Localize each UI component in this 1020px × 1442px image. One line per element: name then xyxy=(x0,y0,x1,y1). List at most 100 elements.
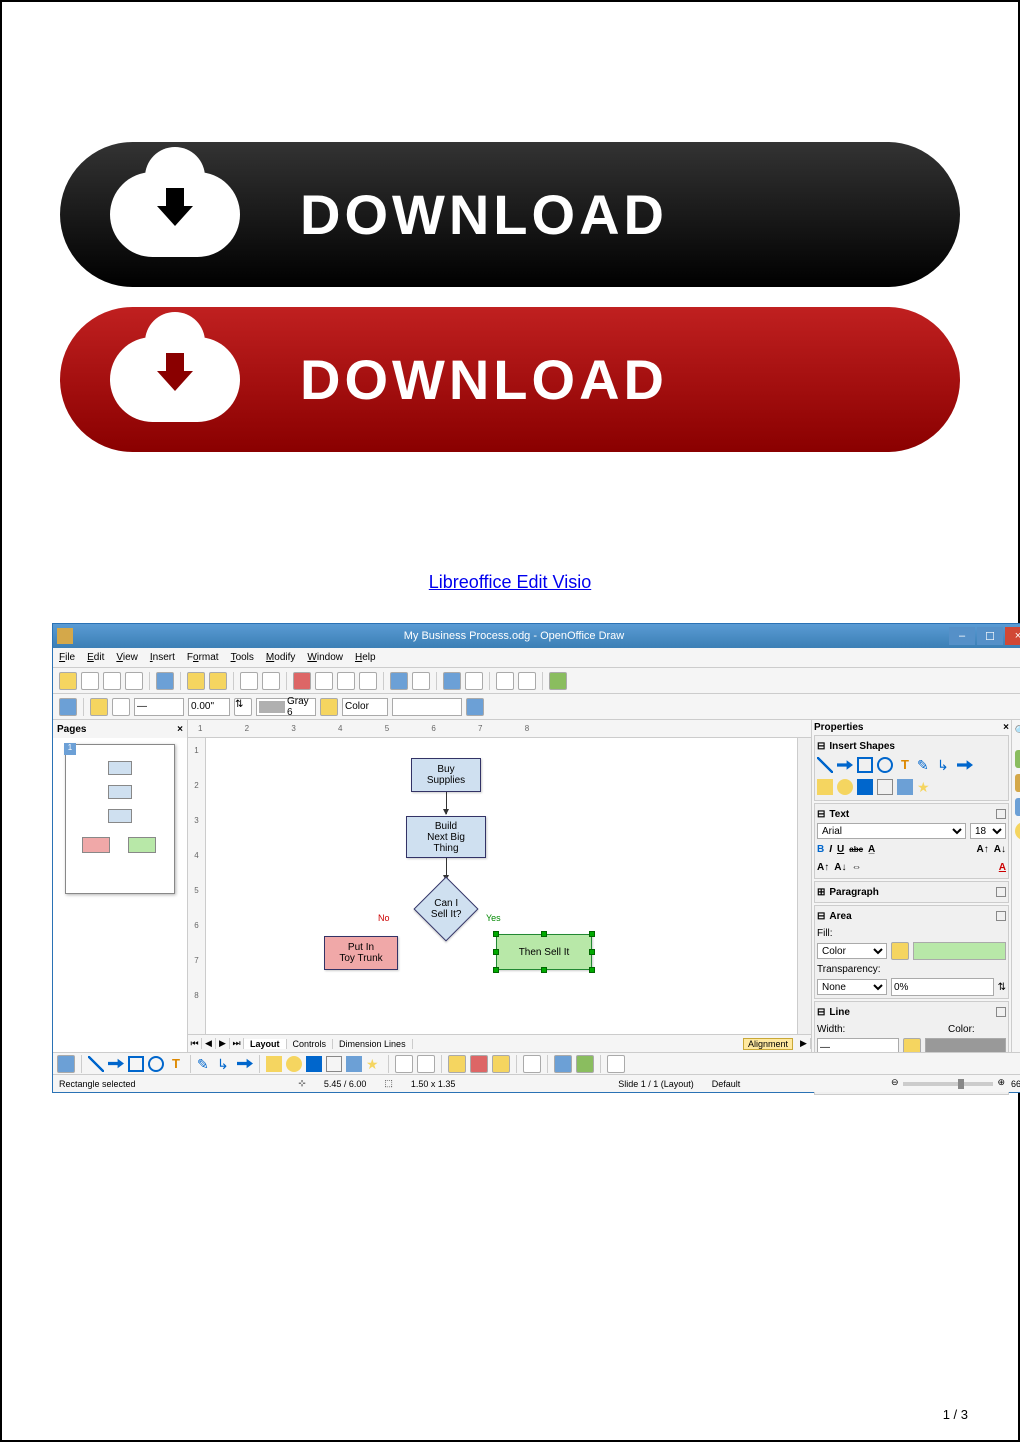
tb-points-icon[interactable] xyxy=(395,1055,413,1073)
properties-close[interactable]: × xyxy=(1003,722,1009,733)
fill-color-select[interactable] xyxy=(392,698,462,716)
subscript-button[interactable]: A↓ xyxy=(994,844,1006,855)
menu-window[interactable]: Window xyxy=(307,652,343,663)
download-button-red[interactable]: DOWNLOAD xyxy=(60,307,960,452)
shape-symbol-icon[interactable] xyxy=(837,779,853,795)
superscript-button[interactable]: A↑ xyxy=(977,844,989,855)
transparency-spinner[interactable]: ⇅ xyxy=(998,982,1006,993)
shape-flow-icon[interactable] xyxy=(877,779,893,795)
tb-star-icon[interactable]: ★ xyxy=(366,1056,382,1072)
hyperlink-icon[interactable] xyxy=(465,672,483,690)
cut-icon[interactable] xyxy=(293,672,311,690)
line-end-icon[interactable] xyxy=(112,698,130,716)
zoom-slider[interactable] xyxy=(903,1082,993,1086)
tab-first[interactable]: ⏮ xyxy=(188,1038,202,1049)
section-text-more[interactable] xyxy=(996,809,1006,819)
tb-fontwork-icon[interactable] xyxy=(448,1055,466,1073)
shape-rect-icon[interactable] xyxy=(857,757,873,773)
tb-callout-icon[interactable] xyxy=(346,1056,362,1072)
zoom-icon[interactable] xyxy=(518,672,536,690)
new-icon[interactable] xyxy=(59,672,77,690)
transparency-value[interactable] xyxy=(891,978,994,996)
maximize-button[interactable]: ☐ xyxy=(977,627,1003,645)
tb-glue-icon[interactable] xyxy=(417,1055,435,1073)
shape-line-icon[interactable] xyxy=(817,757,833,773)
tb-rect-icon[interactable] xyxy=(128,1056,144,1072)
menu-modify[interactable]: Modify xyxy=(266,652,295,663)
tab-next[interactable]: ▶ xyxy=(216,1038,230,1049)
sidebar-properties-icon[interactable] xyxy=(1015,750,1020,768)
tb-arrange-icon[interactable] xyxy=(576,1055,594,1073)
shape-build[interactable]: Build Next Big Thing xyxy=(406,816,486,858)
tb-line-icon[interactable] xyxy=(88,1056,104,1072)
minimize-button[interactable]: – xyxy=(949,627,975,645)
tb-symbol-icon[interactable] xyxy=(286,1056,302,1072)
sidebar-styles-icon[interactable] xyxy=(1015,822,1020,840)
tb-lines-icon[interactable] xyxy=(237,1056,253,1072)
sidebar-gallery-icon[interactable] xyxy=(1015,774,1020,792)
spacing-button[interactable]: ⇔ xyxy=(851,862,861,873)
tb-text-icon[interactable]: T xyxy=(168,1056,184,1072)
tb-rotate-icon[interactable] xyxy=(523,1055,541,1073)
tb-image-icon[interactable] xyxy=(470,1055,488,1073)
menu-edit[interactable]: Edit xyxy=(87,652,104,663)
shape-then-sell[interactable]: Then Sell It xyxy=(496,934,592,970)
strike-button[interactable]: abc xyxy=(849,845,863,854)
menu-file[interactable]: File xyxy=(59,652,75,663)
select-icon[interactable] xyxy=(57,1055,75,1073)
tab-layout[interactable]: Layout xyxy=(244,1039,287,1049)
tb-block-icon[interactable] xyxy=(306,1056,322,1072)
highlight-button[interactable]: A̲ xyxy=(868,844,875,855)
spellcheck-icon[interactable] xyxy=(240,672,258,690)
shape-curve-icon[interactable]: ✎ xyxy=(917,757,933,773)
tb-flow-icon[interactable] xyxy=(326,1056,342,1072)
menu-insert[interactable]: Insert xyxy=(150,652,175,663)
pages-close[interactable]: × xyxy=(177,724,183,735)
libreoffice-link[interactable]: Libreoffice Edit Visio xyxy=(429,572,591,592)
increase-font-button[interactable]: A↑ xyxy=(817,862,829,873)
navigator-icon[interactable] xyxy=(496,672,514,690)
shape-basic-icon[interactable] xyxy=(817,779,833,795)
area-icon[interactable] xyxy=(320,698,338,716)
page-thumbnail[interactable]: 1 xyxy=(65,744,175,894)
tab-dimension[interactable]: Dimension Lines xyxy=(333,1039,413,1049)
italic-button[interactable]: I xyxy=(829,844,832,855)
font-size-select[interactable]: 18 xyxy=(970,823,1006,839)
tb-gallery-icon[interactable] xyxy=(492,1055,510,1073)
fill-color-swatch[interactable] xyxy=(913,942,1006,960)
font-name-select[interactable]: Arial xyxy=(817,823,966,839)
shape-callout-icon[interactable] xyxy=(897,779,913,795)
tab-last[interactable]: ⏭ xyxy=(230,1038,244,1049)
shape-text-icon[interactable]: T xyxy=(897,757,913,773)
menu-tools[interactable]: Tools xyxy=(231,652,254,663)
shape-block-icon[interactable] xyxy=(857,779,873,795)
fill-type-select[interactable]: Color xyxy=(342,698,388,716)
decrease-font-button[interactable]: A↓ xyxy=(834,862,846,873)
shape-connector-icon[interactable]: ↳ xyxy=(937,757,953,773)
shape-arrow-icon[interactable] xyxy=(837,757,853,773)
tb-curve-icon[interactable]: ✎ xyxy=(197,1056,213,1072)
tb-align-icon[interactable] xyxy=(554,1055,572,1073)
alignment-tag[interactable]: Alignment xyxy=(743,1038,793,1050)
menu-view[interactable]: View xyxy=(116,652,138,663)
shadow-icon[interactable] xyxy=(466,698,484,716)
tb-arrow-icon[interactable] xyxy=(108,1056,124,1072)
bold-button[interactable]: B xyxy=(817,844,824,855)
shape-ellipse-icon[interactable] xyxy=(877,757,893,773)
help-icon[interactable] xyxy=(549,672,567,690)
sidebar-search-icon[interactable]: 🔍 xyxy=(1015,726,1020,744)
open-icon[interactable] xyxy=(81,672,99,690)
line-style-select[interactable]: — xyxy=(134,698,184,716)
hscroll-right[interactable]: ▶ xyxy=(797,1038,811,1049)
line-color-spinner[interactable]: ⇅ xyxy=(234,698,252,716)
tb-ellipse-icon[interactable] xyxy=(148,1056,164,1072)
arrow-style-icon[interactable] xyxy=(59,698,77,716)
tb-extrusion-icon[interactable] xyxy=(607,1055,625,1073)
section-area-more[interactable] xyxy=(996,911,1006,921)
underline-button[interactable]: U xyxy=(837,844,844,855)
copy-icon[interactable] xyxy=(315,672,333,690)
download-button-black[interactable]: DOWNLOAD xyxy=(60,142,960,287)
section-line-more[interactable] xyxy=(996,1007,1006,1017)
save-icon[interactable] xyxy=(103,672,121,690)
shape-arrow2-icon[interactable] xyxy=(957,757,973,773)
